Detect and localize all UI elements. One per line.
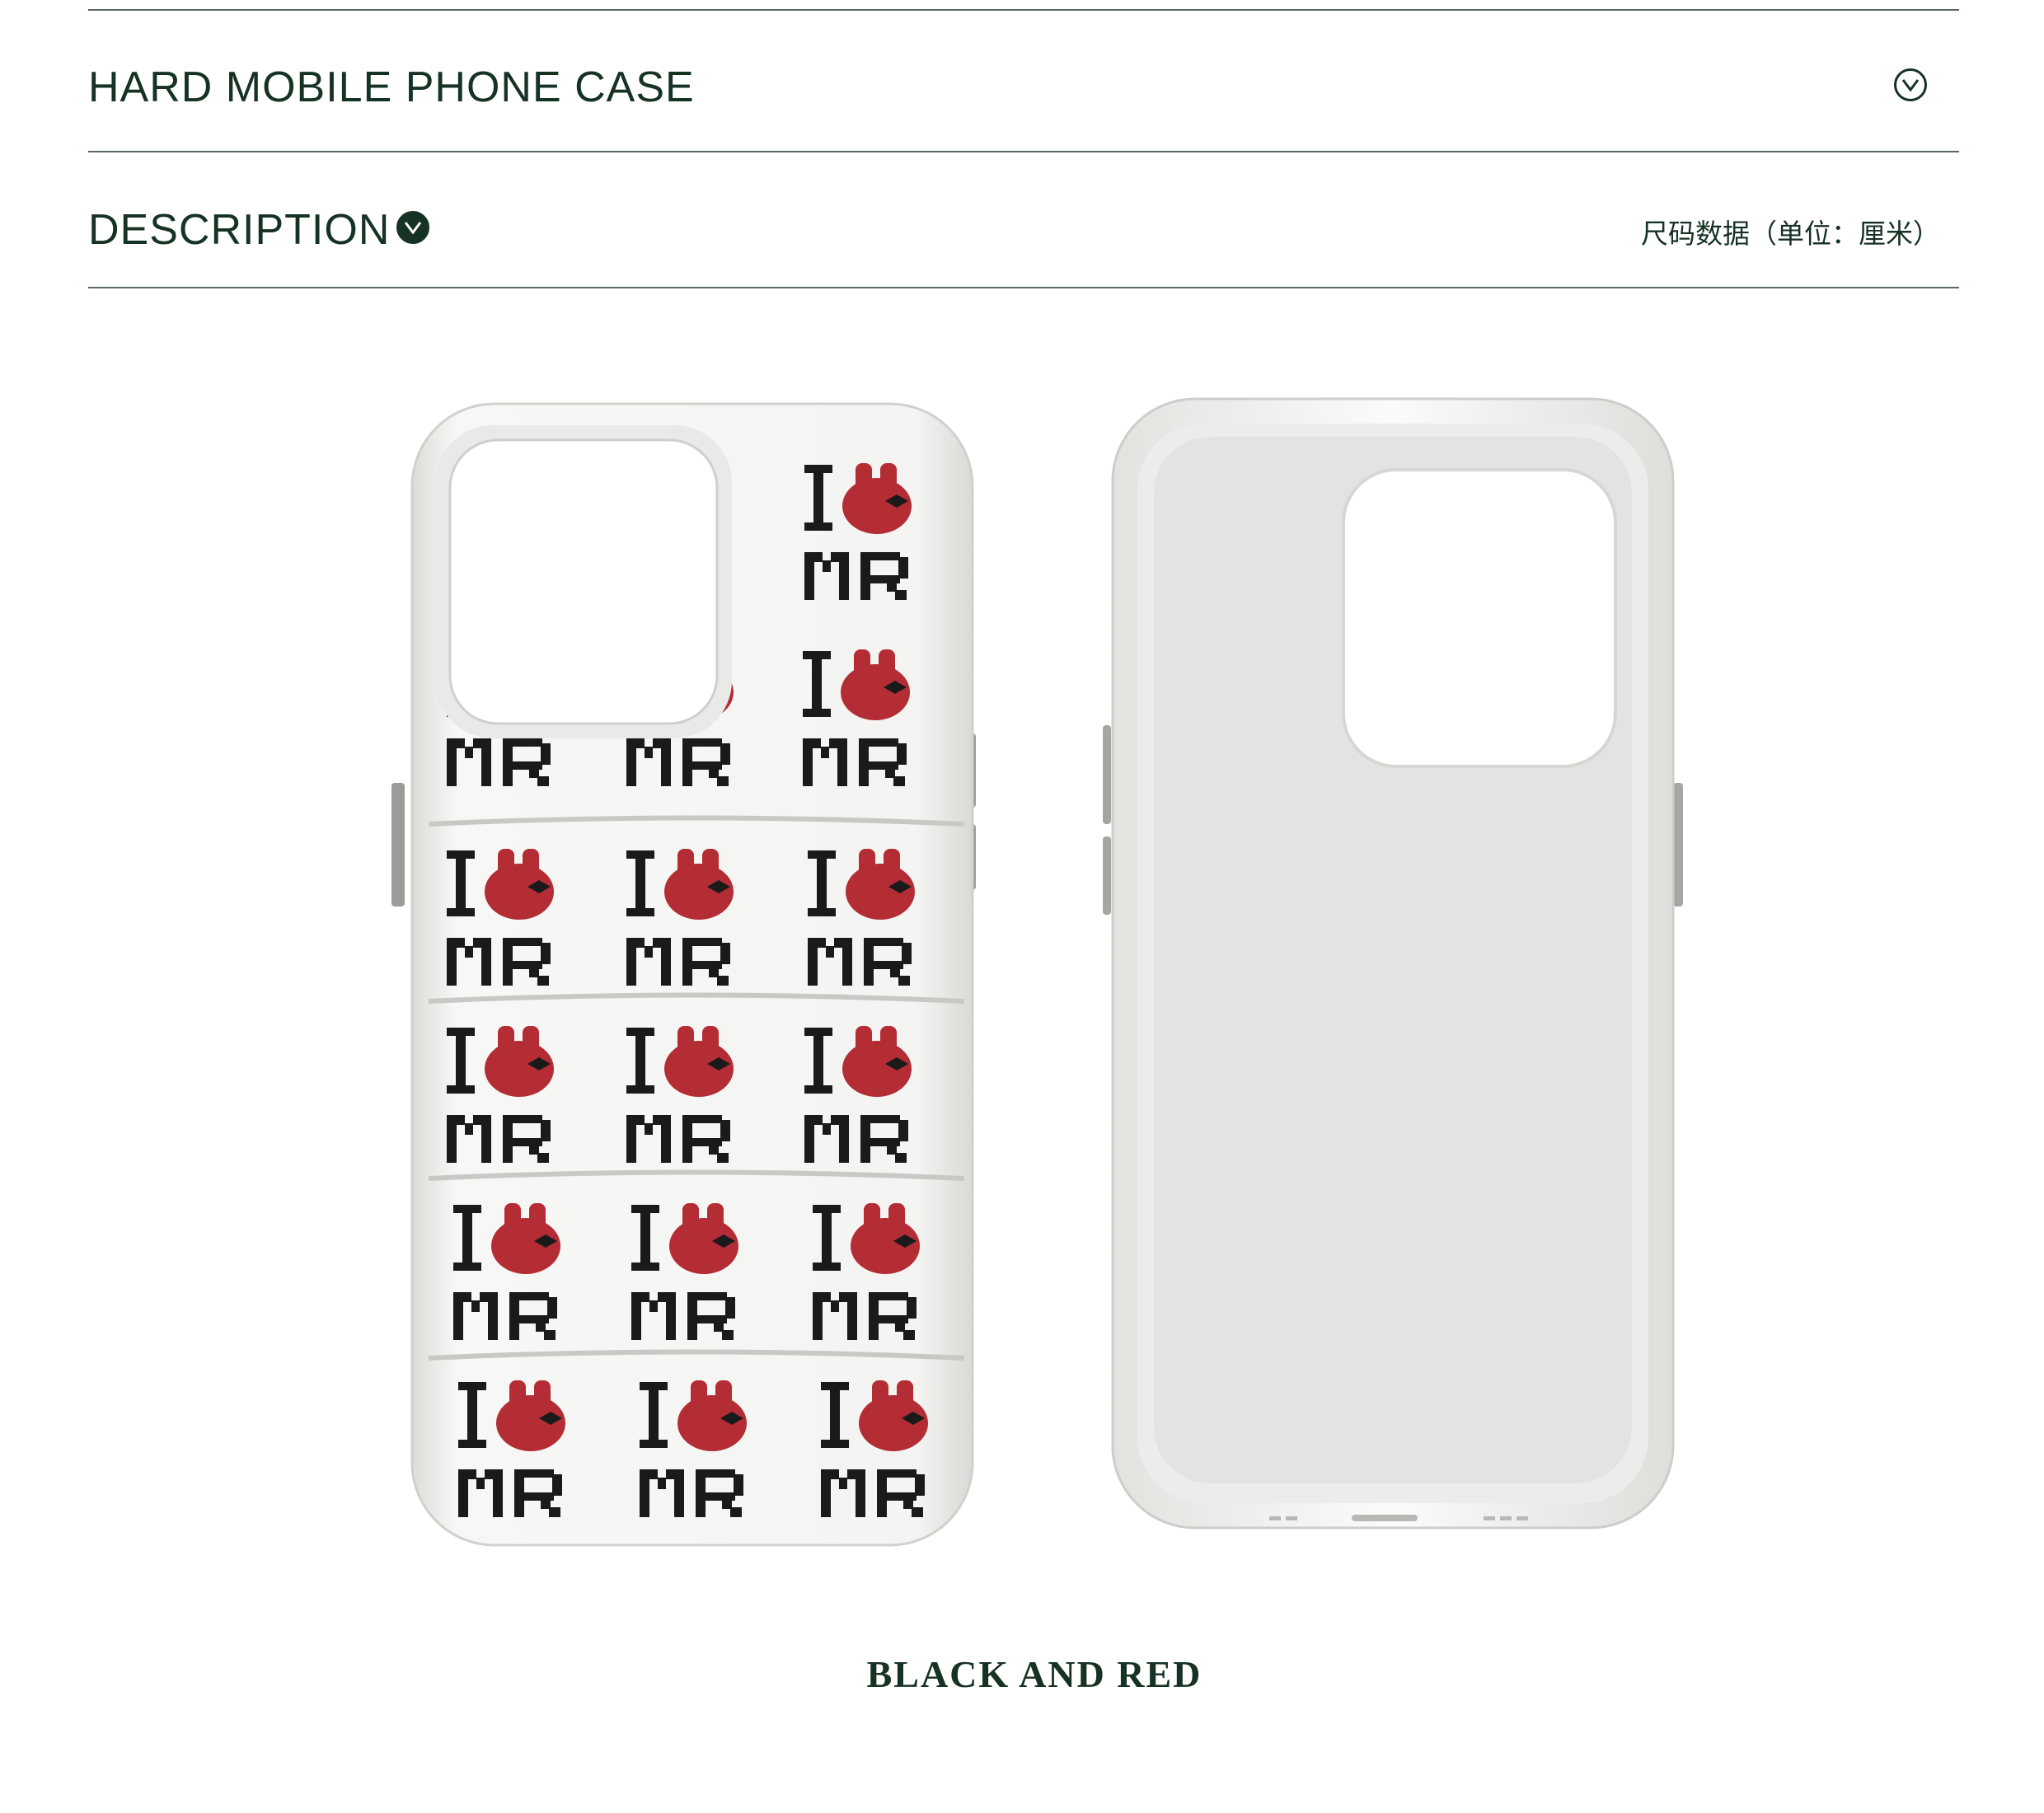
divider-middle — [88, 151, 1959, 152]
section-title-description: DESCRIPTION — [88, 206, 391, 254]
size-chart-link[interactable]: 尺码数据（单位：厘米） — [1641, 212, 1940, 251]
divider-bottom — [88, 287, 1959, 288]
product-image — [387, 387, 1690, 1549]
product-color-caption: BLACK AND RED — [866, 1653, 1202, 1695]
divider-top — [88, 9, 1959, 11]
chevron-down-circle-icon[interactable] — [1894, 68, 1927, 101]
section-title-hard-case: HARD MOBILE PHONE CASE — [88, 63, 695, 111]
chevron-down-circle-filled-icon[interactable] — [396, 211, 429, 244]
